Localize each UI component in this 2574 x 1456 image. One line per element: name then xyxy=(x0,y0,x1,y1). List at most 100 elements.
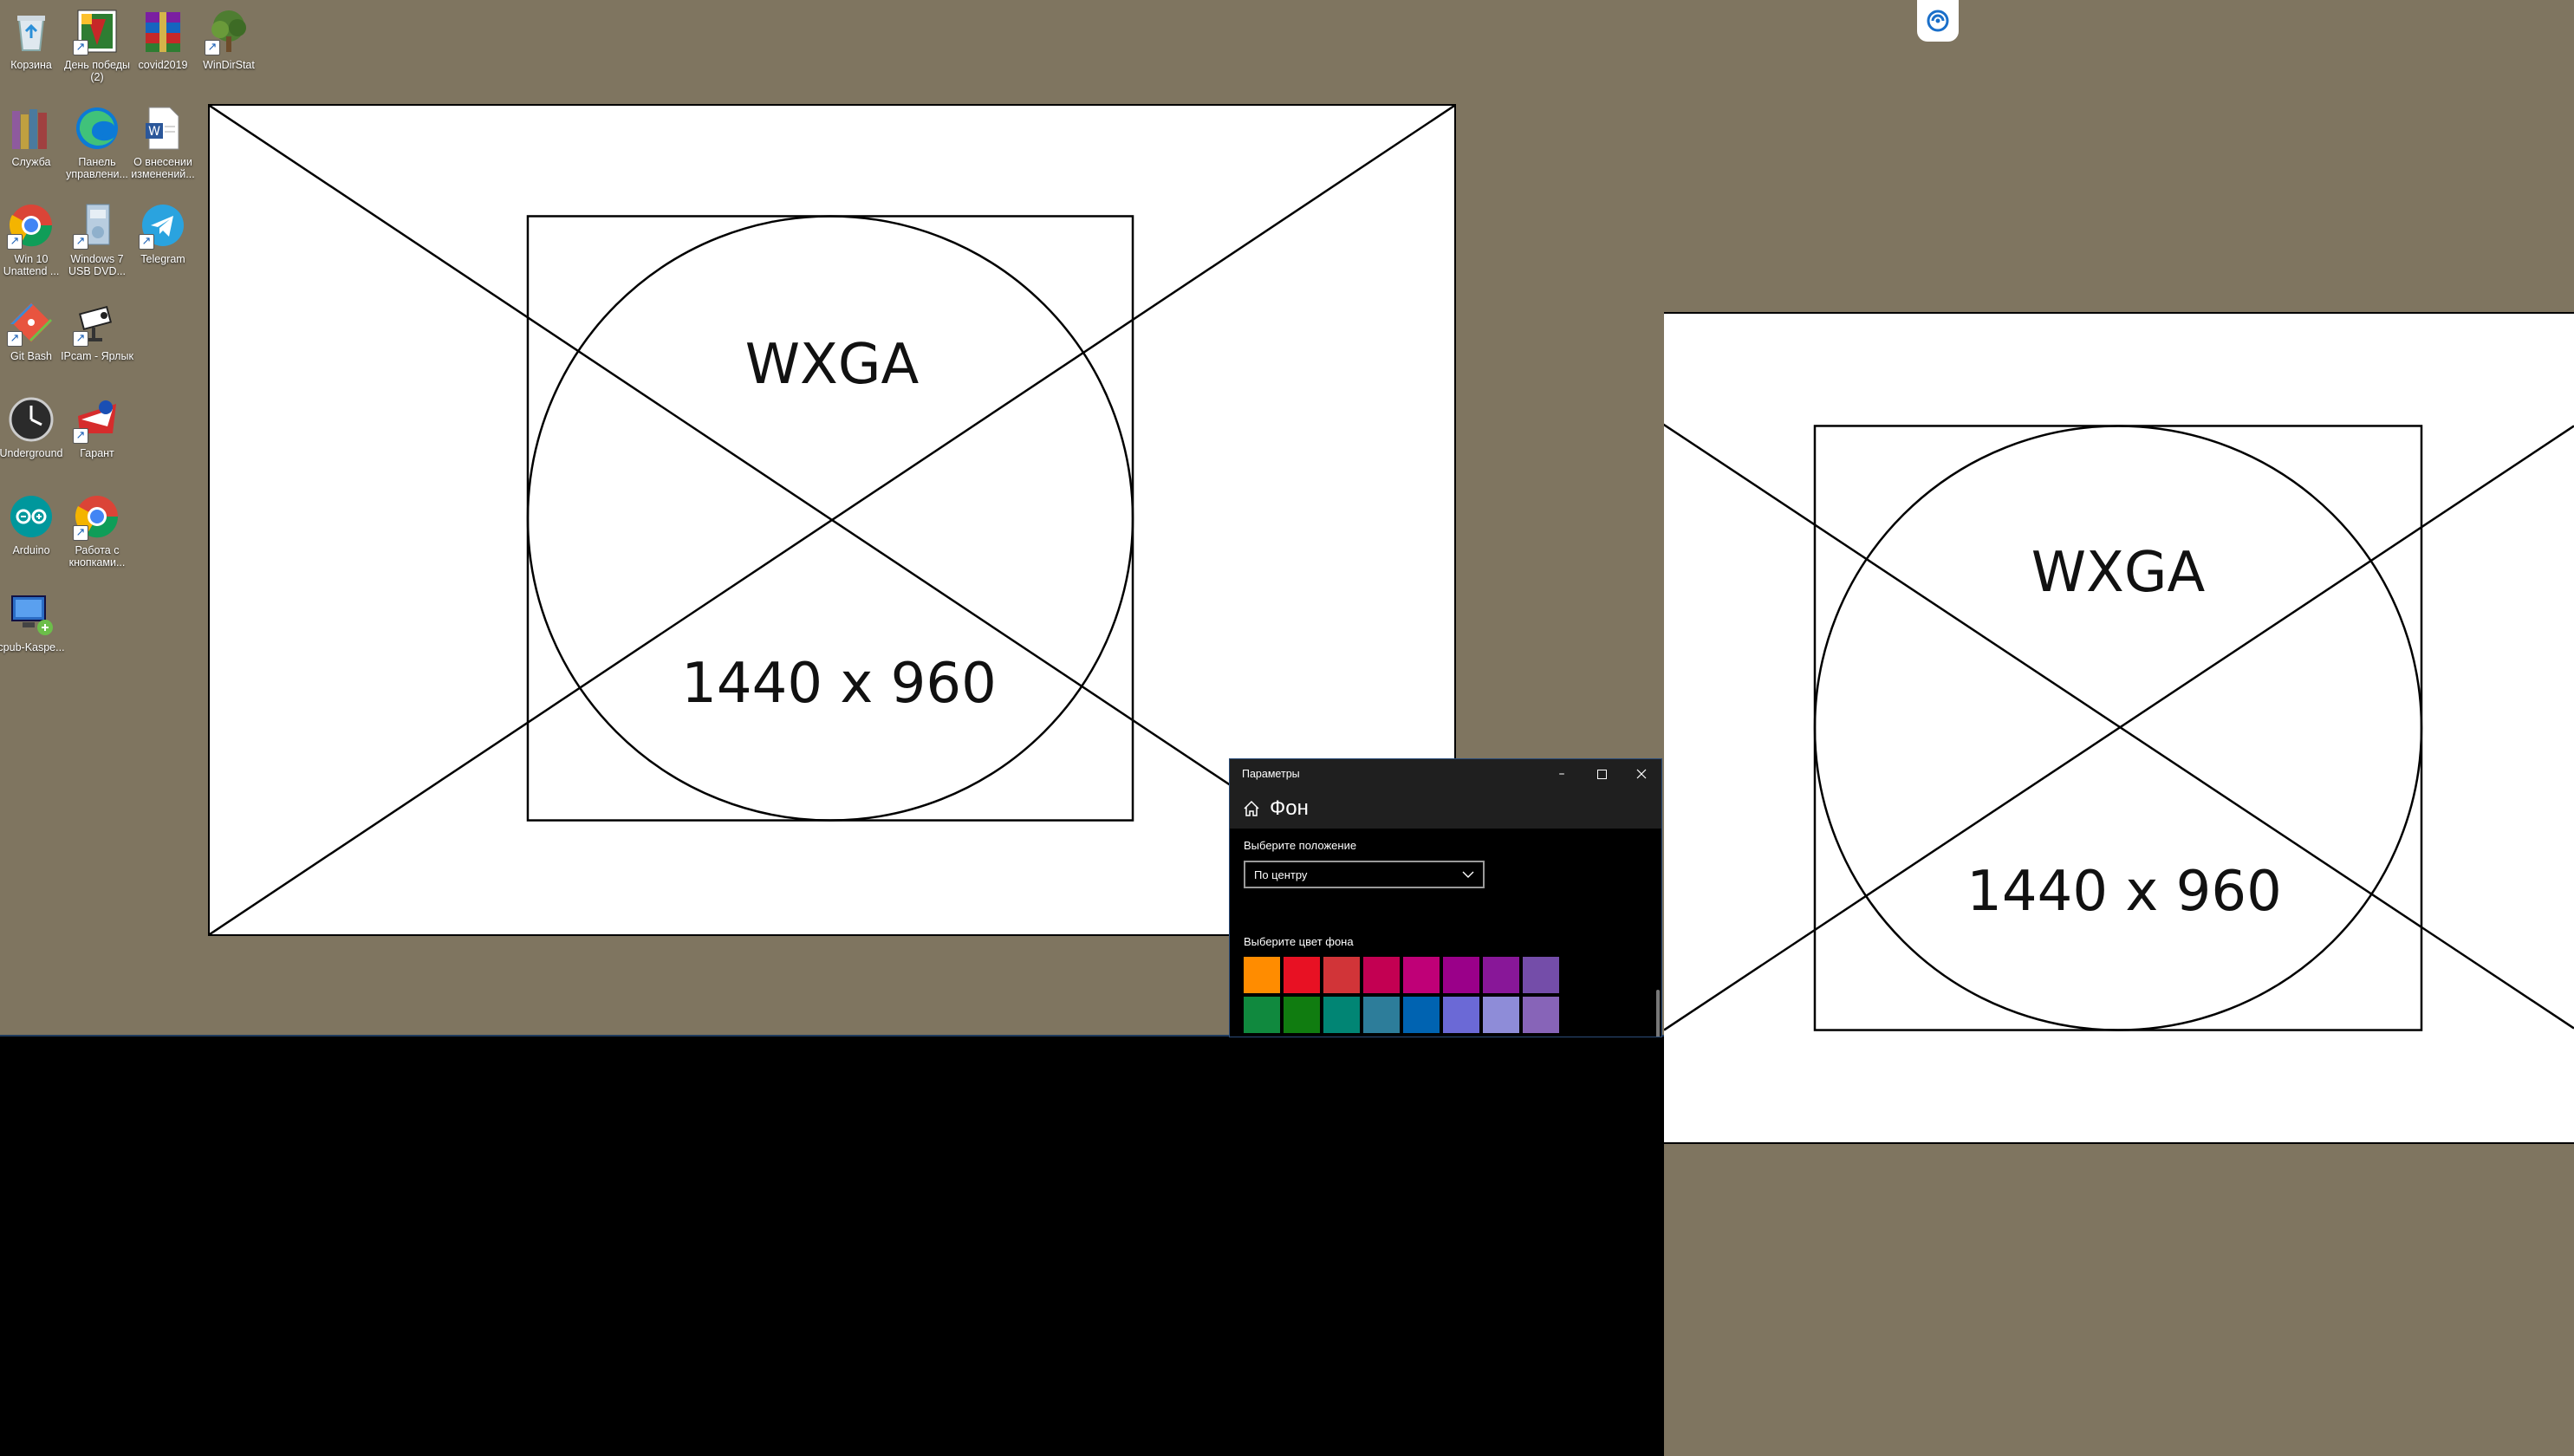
wallpaper-title: WXGA xyxy=(2031,541,2206,605)
winrar-archive-icon xyxy=(139,7,187,55)
desktop-icon[interactable]: ↗ Гарант xyxy=(64,395,130,459)
color-swatch[interactable] xyxy=(1284,997,1320,1033)
color-swatch-grid xyxy=(1244,957,1648,1033)
color-swatch[interactable] xyxy=(1284,957,1320,993)
desktop-icon-label: cpub-Kaspe... xyxy=(0,641,65,653)
garant-icon: ↗ xyxy=(73,395,121,444)
desktop-icon[interactable]: ↗ IPcam - Ярлык xyxy=(61,298,133,362)
page-header: Фон xyxy=(1230,789,1661,829)
position-label: Выберите положение xyxy=(1244,839,1357,852)
color-swatch[interactable] xyxy=(1443,957,1479,993)
wallpaper-title: WXGA xyxy=(744,333,920,397)
shortcut-arrow-icon: ↗ xyxy=(7,234,23,250)
shortcut-arrow-icon: ↗ xyxy=(73,234,88,250)
wallpaper-preview-right: WXGA 1440 x 960 xyxy=(1664,312,2574,1144)
desktop-icon-label: Win 10 Unattend ... xyxy=(3,253,60,277)
shortcut-arrow-icon: ↗ xyxy=(73,428,88,444)
word-document-icon: W xyxy=(139,104,187,153)
chevron-down-icon xyxy=(1462,871,1474,878)
color-swatch[interactable] xyxy=(1403,997,1440,1033)
shortcut-arrow-icon: ↗ xyxy=(73,40,88,55)
inactive-display-area xyxy=(0,1037,1664,1456)
desktop-icon-label: Telegram xyxy=(140,253,185,265)
shortcut-arrow-icon: ↗ xyxy=(73,331,88,347)
desktop-icon[interactable]: Панель управлени... xyxy=(64,104,130,180)
usb-dvd-tool-icon: ↗ xyxy=(73,201,121,250)
desktop-icon-label: Arduino xyxy=(12,544,50,556)
windirstat-tree-icon: ↗ xyxy=(205,7,253,55)
color-swatch[interactable] xyxy=(1483,957,1519,993)
desktop-icon[interactable]: Arduino xyxy=(0,492,64,556)
page-title: Фон xyxy=(1270,796,1309,820)
desktop-icon-label: Underground xyxy=(0,447,63,459)
color-swatch[interactable] xyxy=(1363,957,1400,993)
desktop-icon-label: Гарант xyxy=(80,447,114,459)
shortcut-arrow-icon: ↗ xyxy=(139,234,154,250)
desktop-icon-label: Работа с кнопками... xyxy=(68,544,126,569)
remote-desktop-icon xyxy=(7,589,55,638)
background-color-label: Выберите цвет фона xyxy=(1244,935,1354,948)
shortcut-arrow-icon: ↗ xyxy=(205,40,220,55)
arduino-icon xyxy=(7,492,55,541)
color-swatch[interactable] xyxy=(1244,957,1280,993)
wallpaper-resolution: 1440 x 960 xyxy=(1966,860,2282,924)
color-swatch[interactable] xyxy=(1363,997,1400,1033)
desktop-icon[interactable]: ↗ Win 10 Unattend ... xyxy=(0,201,64,277)
svg-text:W: W xyxy=(148,125,160,139)
desktop-icon[interactable]: ↗ Работа с кнопками... xyxy=(64,492,130,569)
desktop-icon[interactable]: ↗ Git Bash xyxy=(0,298,64,362)
color-swatch[interactable] xyxy=(1523,957,1559,993)
chrome-icon: ↗ xyxy=(73,492,121,541)
desktop-icon[interactable]: Underground xyxy=(0,395,64,459)
minimize-button[interactable]: – xyxy=(1542,759,1582,789)
remote-assist-icon xyxy=(1927,10,1949,32)
victory-day-icon: ↗ xyxy=(73,7,121,55)
position-dropdown-value: По центру xyxy=(1254,868,1308,881)
scrollbar[interactable] xyxy=(1656,990,1660,1037)
desktop-icon-label: Windows 7 USB DVD... xyxy=(68,253,126,277)
desktop-icon-label: Служба xyxy=(11,156,51,168)
edge-icon xyxy=(73,104,121,153)
title-bar[interactable]: Параметры – xyxy=(1230,759,1661,789)
color-swatch[interactable] xyxy=(1443,997,1479,1033)
desktop-icon[interactable]: Служба xyxy=(0,104,64,168)
desktop-icon-label: О внесении изменений... xyxy=(131,156,195,180)
desktop-icon-label: IPcam - Ярлык xyxy=(61,350,133,362)
shortcut-arrow-icon: ↗ xyxy=(73,525,88,541)
git-bash-icon: ↗ xyxy=(7,298,55,347)
desktop-icon[interactable]: covid2019 xyxy=(130,7,196,71)
desktop-icon[interactable]: W О внесении изменений... xyxy=(130,104,196,180)
maximize-button[interactable] xyxy=(1582,759,1622,789)
color-swatch[interactable] xyxy=(1403,957,1440,993)
color-swatch[interactable] xyxy=(1244,997,1280,1033)
clock-icon xyxy=(7,395,55,444)
color-swatch[interactable] xyxy=(1523,997,1559,1033)
settings-window: Параметры – Фон Выберите положение По це… xyxy=(1229,758,1662,1037)
desktop-icon[interactable]: ↗ День победы (2) xyxy=(64,7,130,83)
desktop-icon[interactable]: cpub-Kaspe... xyxy=(0,589,65,653)
books-icon xyxy=(7,104,55,153)
desktop-icon-label: День победы (2) xyxy=(63,59,130,83)
telegram-icon: ↗ xyxy=(139,201,187,250)
remote-assist-button[interactable] xyxy=(1917,0,1959,42)
desktop-icon[interactable]: Корзина xyxy=(0,7,64,71)
position-dropdown[interactable]: По центру xyxy=(1244,861,1485,888)
color-swatch[interactable] xyxy=(1483,997,1519,1033)
window-title: Параметры xyxy=(1242,768,1300,780)
home-icon[interactable] xyxy=(1242,799,1261,818)
shortcut-arrow-icon: ↗ xyxy=(7,331,23,347)
color-swatch[interactable] xyxy=(1323,957,1360,993)
desktop-icon[interactable]: ↗ Telegram xyxy=(130,201,196,265)
chrome-icon: ↗ xyxy=(7,201,55,250)
desktop-icon-label: WinDirStat xyxy=(203,59,255,71)
desktop-icon-label: Панель управлени... xyxy=(66,156,128,180)
desktop-icon[interactable]: ↗ Windows 7 USB DVD... xyxy=(64,201,130,277)
color-swatch[interactable] xyxy=(1323,997,1360,1033)
desktop-icon-label: Git Bash xyxy=(10,350,52,362)
close-button[interactable] xyxy=(1622,759,1661,789)
recycle-bin-icon xyxy=(7,7,55,55)
close-icon xyxy=(1636,769,1647,779)
desktop-icon[interactable]: ↗ WinDirStat xyxy=(196,7,262,71)
desktop-icon-label: covid2019 xyxy=(138,59,188,71)
desktop-icon-label: Корзина xyxy=(10,59,52,71)
